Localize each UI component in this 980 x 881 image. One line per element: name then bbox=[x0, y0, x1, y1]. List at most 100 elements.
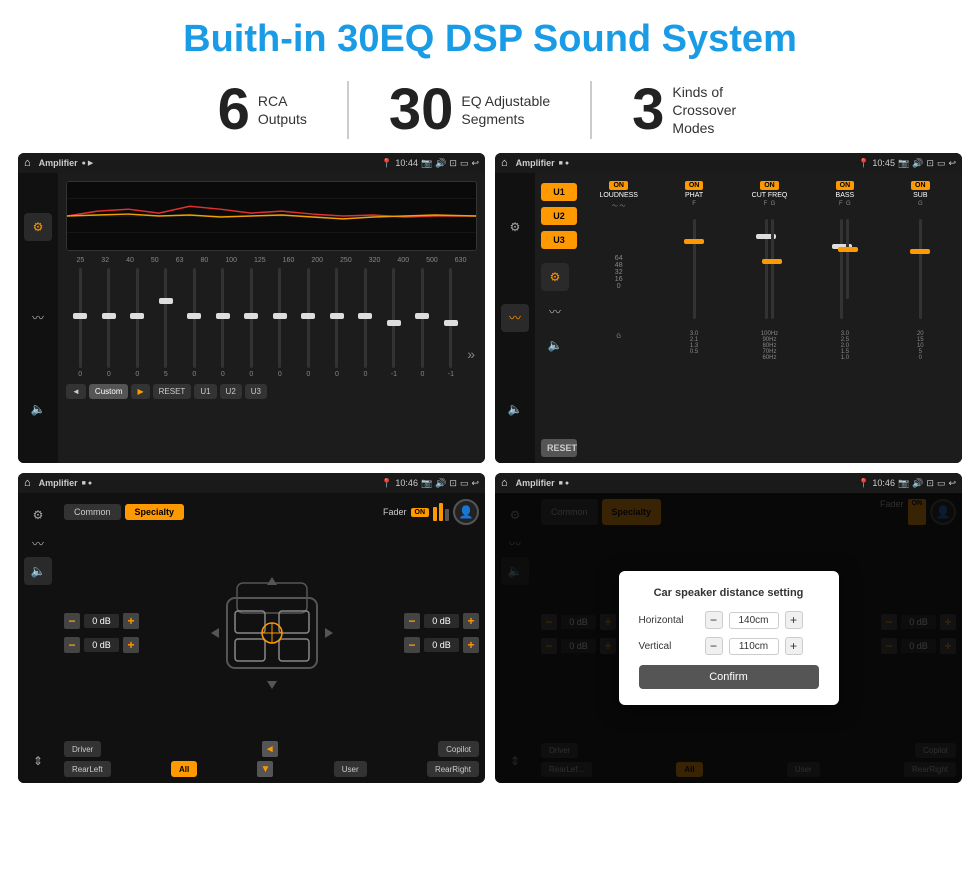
home-icon-2[interactable]: ⌂ bbox=[501, 157, 508, 169]
sub-on[interactable]: ON bbox=[911, 181, 930, 190]
preset-u2[interactable]: U2 bbox=[541, 207, 577, 225]
eq-slider-13[interactable]: -1 bbox=[439, 268, 464, 378]
sidebar-eq-icon-2[interactable]: ⚙ bbox=[501, 213, 529, 241]
home-icon-3[interactable]: ⌂ bbox=[24, 477, 31, 489]
crossover-main: U1 U2 U3 ⚙ 〰 🔈 RESET ON LOUDNESS bbox=[535, 173, 962, 463]
db-minus-2[interactable]: − bbox=[64, 637, 80, 653]
cutfreq-slider[interactable] bbox=[734, 209, 805, 329]
status-icons-3: 📍 10:46 📷 🔊 ⊡ ▭ ↩ bbox=[381, 478, 479, 489]
db-plus-1[interactable]: + bbox=[123, 613, 139, 629]
fader-on-badge[interactable]: ON bbox=[411, 508, 430, 517]
sidebar-wave-icon-2[interactable]: 〰 bbox=[501, 304, 529, 332]
back-icon-1[interactable]: ↩ bbox=[471, 158, 479, 169]
preset-u1[interactable]: U1 bbox=[541, 183, 577, 201]
btn-rearright[interactable]: RearRight bbox=[427, 761, 479, 777]
db-plus-4[interactable]: + bbox=[463, 637, 479, 653]
confirm-button[interactable]: Confirm bbox=[639, 665, 819, 689]
eq-slider-8[interactable]: 0 bbox=[296, 268, 321, 378]
horizontal-plus[interactable]: + bbox=[785, 611, 803, 629]
eq-slider-2[interactable]: 0 bbox=[125, 268, 150, 378]
btn-all[interactable]: All bbox=[171, 761, 197, 777]
db-plus-2[interactable]: + bbox=[123, 637, 139, 653]
crossover-reset-btn[interactable]: RESET bbox=[541, 439, 577, 457]
btn-nav-left[interactable]: ◄ bbox=[262, 741, 278, 757]
eq-slider-6[interactable]: 0 bbox=[239, 268, 264, 378]
eq-play-btn[interactable]: ▶ bbox=[131, 384, 149, 399]
back-icon-2[interactable]: ↩ bbox=[948, 158, 956, 169]
sidebar-eq-icon-crs[interactable]: ⚙ bbox=[541, 263, 569, 291]
sidebar-wave-icon-3[interactable]: 〰 bbox=[24, 529, 52, 557]
bass-slider[interactable] bbox=[809, 209, 880, 329]
horizontal-minus[interactable]: − bbox=[705, 611, 723, 629]
page-title: Buith-in 30EQ DSP Sound System bbox=[0, 0, 980, 71]
home-icon-1[interactable]: ⌂ bbox=[24, 157, 31, 169]
phat-on[interactable]: ON bbox=[685, 181, 704, 190]
db-plus-3[interactable]: + bbox=[463, 613, 479, 629]
phat-slider[interactable] bbox=[658, 209, 729, 329]
bass-label: BASS bbox=[836, 192, 855, 199]
eq-slider-1[interactable]: 0 bbox=[97, 268, 122, 378]
box-icon-3: ⊡ bbox=[449, 478, 457, 489]
db-minus-1[interactable]: − bbox=[64, 613, 80, 629]
sidebar-arrows-icon-3[interactable]: ⇕ bbox=[24, 747, 52, 775]
btn-rearleft[interactable]: RearLeft bbox=[64, 761, 111, 777]
eq-slider-11[interactable]: -1 bbox=[382, 268, 407, 378]
eq-slider-0[interactable]: 0 bbox=[68, 268, 93, 378]
sidebar-speaker-icon-3[interactable]: 🔈 bbox=[24, 557, 52, 585]
sidebar-speaker-icon[interactable]: 🔈 bbox=[24, 395, 52, 423]
vertical-minus[interactable]: − bbox=[705, 637, 723, 655]
eq-u1-btn[interactable]: U1 bbox=[194, 384, 216, 399]
eq-slider-12[interactable]: 0 bbox=[410, 268, 435, 378]
bottom-labels-row: Driver ◄ Copilot bbox=[64, 741, 479, 757]
vertical-plus[interactable]: + bbox=[785, 637, 803, 655]
user-icon-btn[interactable]: 👤 bbox=[453, 499, 479, 525]
screen2: ⌂ Amplifier ■ ● 📍 10:45 📷 🔊 ⊡ ▭ ↩ ⚙ 〰 🔈 bbox=[495, 153, 962, 463]
db-minus-3[interactable]: − bbox=[404, 613, 420, 629]
eq-slider-9[interactable]: 0 bbox=[325, 268, 350, 378]
stat-number-rca: 6 bbox=[218, 81, 250, 139]
distance-dialog: Car speaker distance setting Horizontal … bbox=[619, 571, 839, 705]
tab-common[interactable]: Common bbox=[64, 504, 121, 520]
fader-tabs: Common Specialty bbox=[64, 504, 184, 520]
btn-nav-down[interactable]: ▼ bbox=[257, 761, 273, 777]
stat-number-eq: 30 bbox=[389, 81, 454, 139]
db-minus-4[interactable]: − bbox=[404, 637, 420, 653]
loudness-on[interactable]: ON bbox=[609, 181, 628, 190]
back-icon-3[interactable]: ↩ bbox=[471, 478, 479, 489]
eq-slider-5[interactable]: 0 bbox=[211, 268, 236, 378]
sidebar-speaker-icon-2[interactable]: 🔈 bbox=[501, 395, 529, 423]
volume-icon-1: 🔊 bbox=[435, 158, 446, 169]
eq-slider-7[interactable]: 0 bbox=[268, 268, 293, 378]
status-dot-1: ● ▶ bbox=[82, 159, 94, 167]
sub-slider[interactable] bbox=[885, 209, 956, 329]
sidebar-wave-icon[interactable]: 〰 bbox=[24, 304, 52, 332]
btn-driver[interactable]: Driver bbox=[64, 741, 101, 757]
eq-slider-3[interactable]: 5 bbox=[154, 268, 179, 378]
eq-slider-10[interactable]: 0 bbox=[353, 268, 378, 378]
sidebar-spk-icon-crs[interactable]: 🔈 bbox=[541, 331, 569, 359]
eq-u3-btn[interactable]: U3 bbox=[245, 384, 267, 399]
stats-row: 6 RCAOutputs 30 EQ AdjustableSegments 3 … bbox=[0, 71, 980, 153]
status-dot-2: ■ ● bbox=[559, 160, 569, 167]
eq-custom-btn[interactable]: Custom bbox=[89, 384, 129, 399]
location-icon-3: 📍 bbox=[381, 478, 392, 489]
sub-label: SUB bbox=[913, 192, 927, 199]
sidebar-wave-icon-crs[interactable]: 〰 bbox=[541, 297, 569, 325]
loudness-slider[interactable]: 64 48 32 16 0 bbox=[583, 212, 654, 332]
eq-slider-4[interactable]: 0 bbox=[182, 268, 207, 378]
eq-prev-btn[interactable]: ◄ bbox=[66, 384, 86, 399]
preset-u3[interactable]: U3 bbox=[541, 231, 577, 249]
btn-copilot[interactable]: Copilot bbox=[438, 741, 479, 757]
back-icon-4[interactable]: ↩ bbox=[948, 478, 956, 489]
tab-specialty[interactable]: Specialty bbox=[125, 504, 185, 520]
eq-u2-btn[interactable]: U2 bbox=[220, 384, 242, 399]
home-icon-4[interactable]: ⌂ bbox=[501, 477, 508, 489]
sidebar-eq-icon[interactable]: ⚙ bbox=[24, 213, 52, 241]
cutfreq-on[interactable]: ON bbox=[760, 181, 779, 190]
fader-sliders-row bbox=[433, 503, 449, 521]
sidebar-eq-icon-3[interactable]: ⚙ bbox=[24, 501, 52, 529]
camera-icon-1: 📷 bbox=[421, 158, 432, 169]
bass-on[interactable]: ON bbox=[836, 181, 855, 190]
eq-reset-btn[interactable]: RESET bbox=[153, 384, 192, 399]
btn-user[interactable]: User bbox=[334, 761, 367, 777]
